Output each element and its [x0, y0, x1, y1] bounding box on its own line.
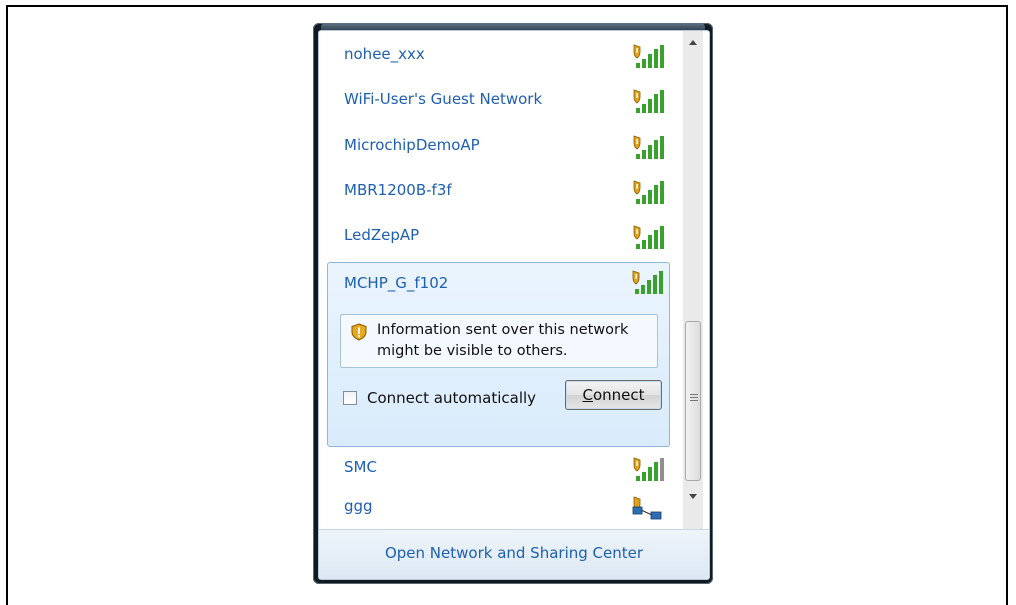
- popup-footer: Open Network and Sharing Center: [319, 529, 709, 579]
- secured-wifi-signal-icon: [632, 270, 663, 294]
- network-item[interactable]: nohee_xxx: [327, 34, 667, 76]
- secured-wifi-signal-icon: [633, 180, 664, 204]
- network-name: nohee_xxx: [344, 45, 425, 63]
- scroll-down-arrow-icon[interactable]: [683, 486, 703, 506]
- secured-wifi-signal-icon: [633, 44, 664, 68]
- popup-content: nohee_xxx WiFi-User's Guest Network Micr…: [318, 30, 710, 580]
- network-item[interactable]: MBR1200B-f3f: [327, 170, 667, 212]
- adhoc-network-icon: [632, 496, 662, 520]
- network-name: LedZepAP: [344, 226, 420, 244]
- thumb-grip: [690, 400, 698, 401]
- network-name: MBR1200B-f3f: [344, 181, 452, 199]
- secured-wifi-signal-icon: [633, 457, 664, 481]
- connect-button-accelerator: C: [582, 386, 593, 404]
- secured-wifi-signal-icon: [633, 225, 664, 249]
- secured-wifi-signal-icon: [633, 89, 664, 113]
- network-name: SMC: [344, 458, 377, 476]
- network-list-scrollbar[interactable]: [683, 31, 703, 529]
- wireless-networks-popup: nohee_xxx WiFi-User's Guest Network Micr…: [313, 23, 713, 584]
- connect-button[interactable]: Connect: [565, 380, 662, 410]
- network-name: MicrochipDemoAP: [344, 136, 480, 154]
- warning-message: Information sent over this network might…: [377, 322, 629, 359]
- selected-network-panel[interactable]: MCHP_G_f102 Information sent over this n…: [327, 262, 670, 447]
- network-item[interactable]: SMC: [327, 447, 667, 489]
- secured-wifi-signal-icon: [633, 135, 664, 159]
- connect-button-label: onnect: [592, 386, 645, 404]
- warning-shield-icon: [351, 323, 367, 341]
- network-name: ggg: [344, 497, 373, 515]
- connect-automatically-checkbox[interactable]: [343, 391, 357, 405]
- network-name: MCHP_G_f102: [344, 274, 449, 292]
- open-network-sharing-center-link[interactable]: Open Network and Sharing Center: [319, 544, 709, 562]
- scrollbar-thumb[interactable]: [685, 321, 701, 481]
- network-name: WiFi-User's Guest Network: [344, 90, 543, 108]
- thumb-grip: [690, 394, 698, 395]
- security-warning: Information sent over this network might…: [340, 314, 658, 368]
- network-item[interactable]: LedZepAP: [327, 215, 667, 257]
- network-item[interactable]: ggg: [327, 486, 667, 528]
- scroll-up-arrow-icon[interactable]: [683, 33, 703, 53]
- network-item[interactable]: MicrochipDemoAP: [327, 125, 667, 167]
- network-item[interactable]: WiFi-User's Guest Network: [327, 79, 667, 121]
- thumb-grip: [690, 397, 698, 398]
- connect-automatically-label[interactable]: Connect automatically: [367, 389, 536, 407]
- network-list: nohee_xxx WiFi-User's Guest Network Micr…: [319, 31, 679, 529]
